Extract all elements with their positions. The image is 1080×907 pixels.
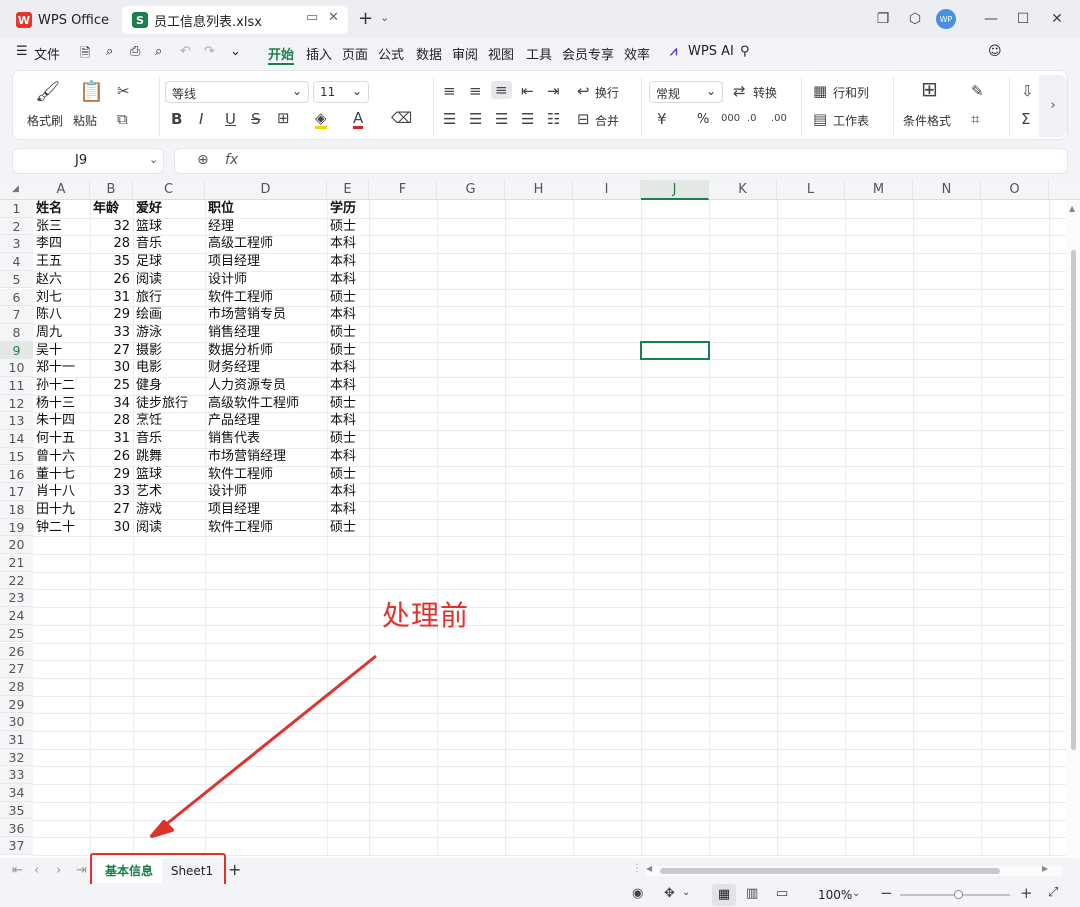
h-scrollbar-thumb[interactable] — [660, 868, 1000, 874]
normal-view-icon[interactable]: ▦ — [712, 884, 736, 906]
page-break-view-icon[interactable]: ▭ — [776, 886, 788, 901]
zoom-in-button[interactable]: + — [1020, 884, 1033, 902]
fullscreen-icon[interactable]: ⤢ — [1048, 885, 1058, 900]
prev-sheet-icon[interactable]: ‹ — [34, 863, 39, 878]
chevron-down-icon[interactable]: ⌄ — [682, 887, 690, 898]
splitter-icon[interactable]: ⋮ — [632, 863, 642, 874]
annotation-arrow — [150, 654, 377, 838]
next-sheet-icon[interactable]: › — [56, 863, 61, 878]
sheet-tab-sheet1[interactable]: Sheet1 — [164, 859, 220, 883]
status-bar: ◉ ✥ ⌄ ▦ ▥ ▭ 100% ⌄ − + ⤢ — [0, 884, 1080, 907]
last-sheet-icon[interactable]: ⇥ — [76, 863, 87, 878]
horizontal-scrollbar[interactable]: ◀ ▶ — [646, 864, 1062, 876]
focus-mode-icon[interactable]: ✥ — [664, 886, 675, 901]
first-sheet-icon[interactable]: ⇤ — [12, 863, 23, 878]
chevron-down-icon[interactable]: ⌄ — [852, 888, 860, 899]
sheet-tab-basic-info[interactable]: 基本信息 — [96, 859, 162, 883]
zoom-out-button[interactable]: − — [880, 884, 893, 902]
scroll-right-icon[interactable]: ▶ — [1042, 864, 1048, 873]
scroll-left-icon[interactable]: ◀ — [646, 864, 652, 873]
add-sheet-button[interactable]: + — [228, 860, 241, 879]
sheet-tab-bar: ⇤ ‹ › ⇥ 基本信息 Sheet1 + ⋮ ◀ ▶ — [0, 853, 1080, 887]
page-layout-view-icon[interactable]: ▥ — [746, 886, 758, 901]
eye-protection-icon[interactable]: ◉ — [632, 886, 643, 901]
zoom-slider-thumb[interactable] — [954, 890, 963, 899]
zoom-level[interactable]: 100% — [818, 888, 852, 902]
